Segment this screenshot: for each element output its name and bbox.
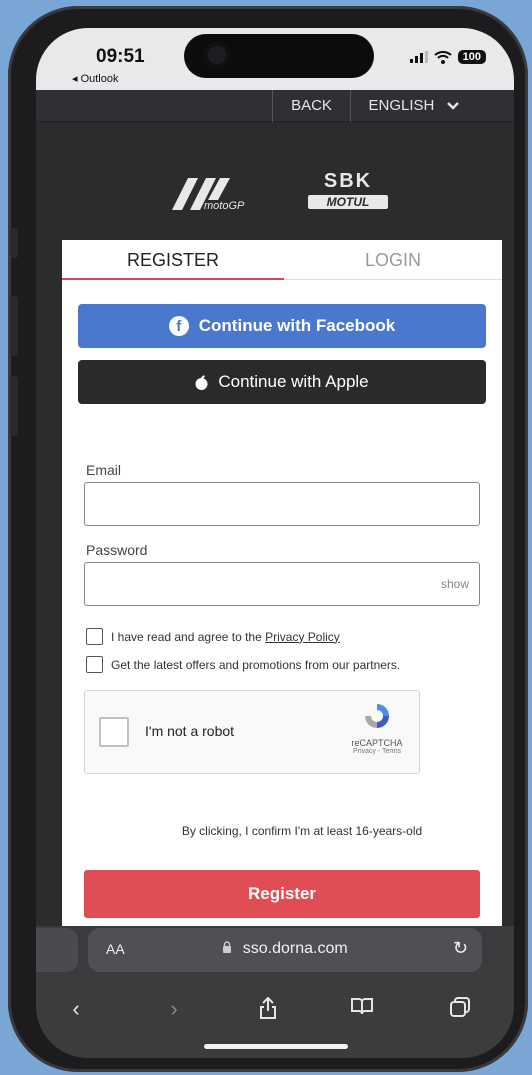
screen: 09:51 ◂ Outlook 100 BACK ENGLISH motoGP … bbox=[36, 28, 514, 1058]
offers-checkbox[interactable] bbox=[86, 656, 103, 673]
recaptcha-checkbox[interactable] bbox=[99, 717, 129, 747]
phone-frame: 09:51 ◂ Outlook 100 BACK ENGLISH motoGP … bbox=[8, 6, 528, 1072]
url-text: sso.dorna.com bbox=[242, 940, 348, 957]
motogp-logo: motoGP bbox=[164, 170, 274, 220]
recaptcha-widget: I'm not a robot reCAPTCHA Privacy - Term… bbox=[84, 690, 420, 774]
signal-icon bbox=[409, 51, 428, 63]
recaptcha-icon bbox=[365, 704, 389, 728]
status-bar: 09:51 ◂ Outlook 100 bbox=[36, 28, 514, 90]
offers-consent-row: Get the latest offers and promotions fro… bbox=[86, 656, 400, 673]
dynamic-island bbox=[184, 34, 374, 78]
tabs-glyph bbox=[450, 997, 470, 1017]
email-field[interactable] bbox=[85, 483, 479, 525]
book-glyph bbox=[351, 998, 373, 1015]
forward-arrow-icon[interactable]: › bbox=[154, 996, 194, 1022]
continue-with-apple-button[interactable]: Continue with Apple bbox=[78, 360, 486, 404]
mute-switch bbox=[10, 228, 18, 258]
share-icon[interactable] bbox=[248, 996, 288, 1026]
url-display: sso.dorna.com bbox=[88, 940, 482, 958]
back-button[interactable]: BACK bbox=[272, 90, 350, 122]
facebook-button-label: Continue with Facebook bbox=[198, 316, 396, 335]
volume-down-button bbox=[10, 376, 18, 436]
tabs-icon[interactable] bbox=[440, 996, 480, 1024]
offers-consent-text: Get the latest offers and promotions fro… bbox=[111, 657, 401, 672]
back-to-app-link[interactable]: ◂ Outlook bbox=[72, 72, 119, 85]
recaptcha-brand: reCAPTCHA bbox=[351, 738, 403, 748]
privacy-policy-link[interactable]: Privacy Policy bbox=[265, 630, 340, 644]
password-field[interactable] bbox=[85, 563, 479, 605]
language-label: ENGLISH bbox=[368, 97, 435, 114]
privacy-prefix: I have read and agree to the bbox=[111, 629, 266, 644]
recaptcha-label: I'm not a robot bbox=[145, 723, 235, 739]
facebook-icon: f bbox=[168, 316, 189, 336]
recaptcha-logo: reCAPTCHA Privacy - Terms bbox=[345, 701, 409, 755]
email-label: Email bbox=[86, 462, 122, 478]
motogp-wordmark: motoGP bbox=[204, 200, 245, 212]
age-confirm-text: By clicking, I confirm I'm at least 16-y… bbox=[181, 824, 423, 838]
system-icons: 100 bbox=[409, 50, 486, 64]
bookmarks-icon[interactable] bbox=[342, 996, 382, 1022]
privacy-consent-text: I have read and agree to the Privacy Pol… bbox=[111, 630, 340, 644]
continue-with-facebook-button[interactable]: f Continue with Facebook bbox=[78, 304, 486, 348]
register-button[interactable]: Register bbox=[84, 870, 480, 918]
volume-up-button bbox=[10, 296, 18, 356]
reload-icon[interactable]: ↻ bbox=[453, 938, 468, 959]
privacy-consent-row: I have read and agree to the Privacy Pol… bbox=[86, 628, 340, 645]
safari-toolbar: AA sso.dorna.com ↻ ‹ › bbox=[36, 926, 514, 1058]
apple-button-label: Continue with Apple bbox=[218, 372, 369, 391]
language-selector[interactable]: ENGLISH bbox=[350, 90, 476, 122]
address-bar[interactable]: AA sso.dorna.com ↻ bbox=[88, 928, 482, 972]
recaptcha-links[interactable]: Privacy - Terms bbox=[345, 748, 409, 755]
apple-icon bbox=[195, 374, 208, 390]
clock: 09:51 bbox=[96, 46, 145, 67]
chevron-down-icon bbox=[446, 102, 459, 110]
previous-tab-stub[interactable] bbox=[36, 928, 78, 972]
password-label: Password bbox=[86, 542, 148, 558]
back-arrow-icon[interactable]: ‹ bbox=[56, 996, 96, 1022]
auth-card: REGISTER LOGIN f Continue with Facebook … bbox=[62, 240, 502, 1020]
lock-icon bbox=[223, 941, 232, 953]
tab-login[interactable]: LOGIN bbox=[284, 240, 502, 280]
motul-wordmark: MOTUL bbox=[308, 195, 388, 209]
camera-icon bbox=[204, 42, 230, 68]
motogp-mark-icon bbox=[172, 178, 230, 210]
home-indicator[interactable] bbox=[204, 1044, 348, 1049]
share-glyph bbox=[260, 996, 276, 1019]
email-field-wrapper bbox=[84, 482, 480, 526]
wifi-icon bbox=[433, 50, 452, 64]
sbk-wordmark: SBK bbox=[323, 170, 373, 192]
show-password-toggle[interactable]: show bbox=[441, 577, 469, 591]
top-bar: BACK ENGLISH bbox=[36, 90, 514, 122]
privacy-checkbox[interactable] bbox=[86, 628, 103, 645]
tab-register[interactable]: REGISTER bbox=[62, 240, 284, 280]
battery-indicator: 100 bbox=[457, 50, 486, 64]
sbk-logo: SBK MOTUL bbox=[308, 170, 388, 220]
password-field-wrapper: show bbox=[84, 562, 480, 606]
